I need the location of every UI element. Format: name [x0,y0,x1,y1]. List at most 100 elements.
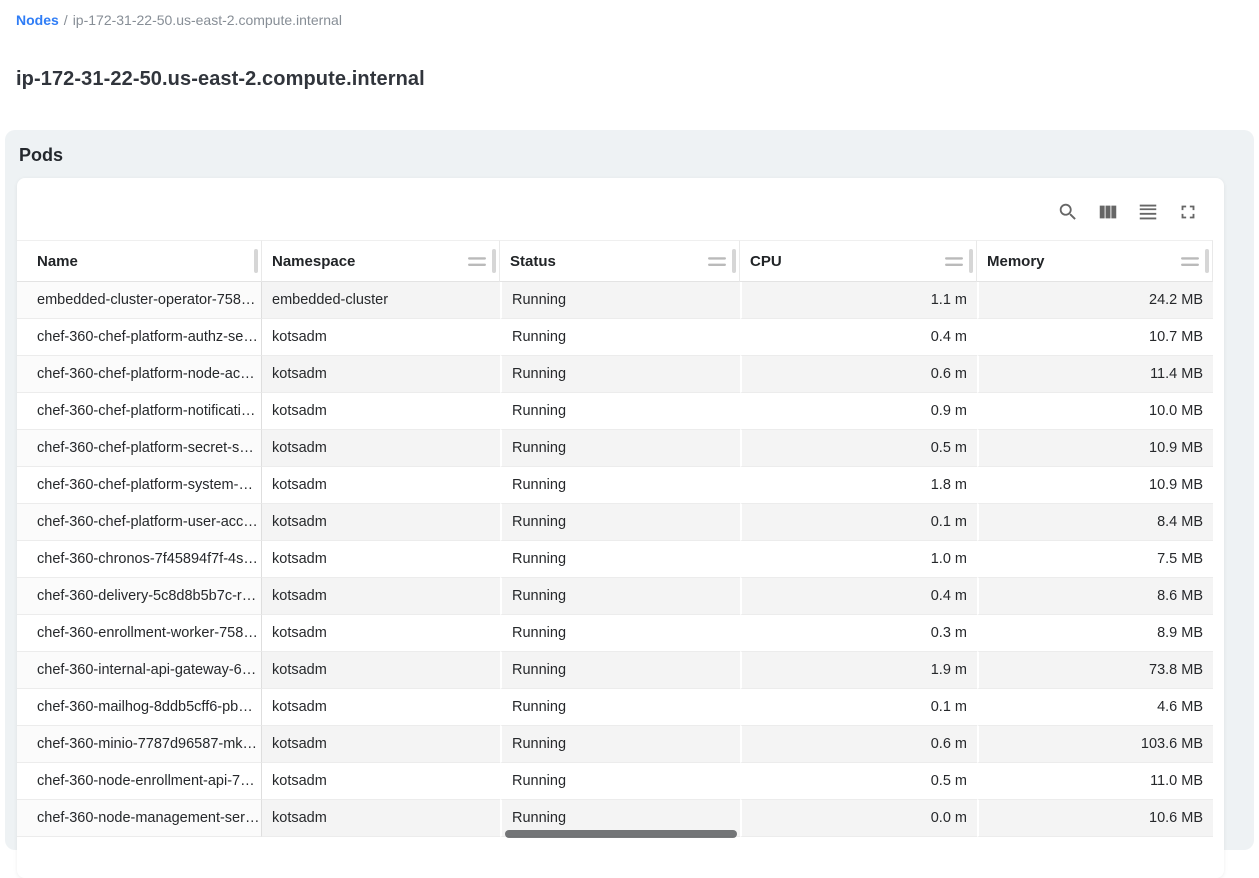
column-header-status[interactable]: Status [500,240,740,282]
cell-memory: 10.9 MB [977,467,1213,504]
table-row[interactable]: chef-360-chef-platform-secret-s…kotsadmR… [17,430,1213,467]
cell-namespace: kotsadm [262,726,500,763]
cell-namespace: kotsadm [262,800,500,837]
cell-status: Running [500,763,740,800]
column-header-label: Status [510,253,556,270]
cell-name: chef-360-mailhog-8ddb5cff6-pb… [17,689,262,726]
cell-status: Running [500,430,740,467]
table-row[interactable]: embedded-cluster-operator-758…embedded-c… [17,282,1213,319]
cell-name: chef-360-node-enrollment-api-7… [17,763,262,800]
cell-name: chef-360-chronos-7f45894f7f-4s… [17,541,262,578]
search-button[interactable] [1056,200,1080,224]
pods-table: Name Namespace Status CPU Memory embedded-cl… [17,240,1213,837]
table-row[interactable]: chef-360-minio-7787d96587-mk…kotsadmRunn… [17,726,1213,763]
column-drag-handle-icon[interactable] [468,255,486,267]
table-row[interactable]: chef-360-chef-platform-system-…kotsadmRu… [17,467,1213,504]
cell-namespace: kotsadm [262,652,500,689]
fullscreen-button[interactable] [1176,200,1200,224]
cell-name: chef-360-chef-platform-notificati… [17,393,262,430]
cell-status: Running [500,319,740,356]
breadcrumb: Nodes/ip-172-31-22-50.us-east-2.compute.… [16,12,342,28]
cell-status: Running [500,578,740,615]
column-header-label: Memory [987,253,1045,270]
cell-memory: 4.6 MB [977,689,1213,726]
density-toggle-button[interactable] [1136,200,1160,224]
cell-name: chef-360-chef-platform-secret-s… [17,430,262,467]
cell-cpu: 0.9 m [740,393,977,430]
cell-cpu: 1.9 m [740,652,977,689]
column-resize-handle[interactable] [492,249,496,273]
cell-namespace: kotsadm [262,356,500,393]
cell-status: Running [500,467,740,504]
table-row[interactable]: chef-360-internal-api-gateway-6…kotsadmR… [17,652,1213,689]
cell-name: chef-360-enrollment-worker-758… [17,615,262,652]
cell-namespace: kotsadm [262,504,500,541]
column-header-label: Name [37,253,78,270]
cell-name: chef-360-chef-platform-user-acc… [17,504,262,541]
cell-memory: 10.7 MB [977,319,1213,356]
table-row[interactable]: chef-360-chef-platform-user-acc…kotsadmR… [17,504,1213,541]
cell-cpu: 1.8 m [740,467,977,504]
cell-status: Running [500,689,740,726]
cell-cpu: 1.0 m [740,541,977,578]
table-row[interactable]: chef-360-chronos-7f45894f7f-4s…kotsadmRu… [17,541,1213,578]
cell-memory: 10.0 MB [977,393,1213,430]
column-header-cpu[interactable]: CPU [740,240,977,282]
table-row[interactable]: chef-360-chef-platform-authz-se…kotsadmR… [17,319,1213,356]
table-row[interactable]: chef-360-node-enrollment-api-7…kotsadmRu… [17,763,1213,800]
cell-memory: 8.6 MB [977,578,1213,615]
column-header-namespace[interactable]: Namespace [262,240,500,282]
column-drag-handle-icon[interactable] [945,255,963,267]
cell-status: Running [500,652,740,689]
cell-cpu: 1.1 m [740,282,977,319]
table-row[interactable]: chef-360-chef-platform-notificati…kotsad… [17,393,1213,430]
column-header-name[interactable]: Name [17,240,262,282]
cell-cpu: 0.1 m [740,689,977,726]
pods-table-card: Name Namespace Status CPU Memory embedded-cl… [17,178,1224,878]
pods-section-card: Pods [5,130,1254,850]
column-resize-handle[interactable] [1205,249,1209,273]
cell-name: embedded-cluster-operator-758… [17,282,262,319]
column-drag-handle-icon[interactable] [708,255,726,267]
cell-namespace: kotsadm [262,430,500,467]
cell-namespace: embedded-cluster [262,282,500,319]
cell-namespace: kotsadm [262,615,500,652]
cell-memory: 10.9 MB [977,430,1213,467]
cell-name: chef-360-chef-platform-node-ac… [17,356,262,393]
breadcrumb-separator: / [64,12,68,28]
cell-cpu: 0.6 m [740,356,977,393]
table-toolbar [1056,192,1200,232]
cell-namespace: kotsadm [262,689,500,726]
cell-cpu: 0.5 m [740,430,977,467]
table-header-row: Name Namespace Status CPU Memory [17,240,1213,282]
column-header-memory[interactable]: Memory [977,240,1213,282]
table-row[interactable]: chef-360-chef-platform-node-ac…kotsadmRu… [17,356,1213,393]
cell-memory: 10.6 MB [977,800,1213,837]
cell-memory: 8.9 MB [977,615,1213,652]
breadcrumb-nodes-link[interactable]: Nodes [16,12,59,28]
table-row[interactable]: chef-360-enrollment-worker-758…kotsadmRu… [17,615,1213,652]
column-resize-handle[interactable] [254,249,258,273]
cell-cpu: 0.6 m [740,726,977,763]
column-drag-handle-icon[interactable] [1181,255,1199,267]
cell-namespace: kotsadm [262,763,500,800]
cell-memory: 73.8 MB [977,652,1213,689]
column-resize-handle[interactable] [732,249,736,273]
cell-status: Running [500,356,740,393]
column-header-label: Namespace [272,253,355,270]
table-row[interactable]: chef-360-mailhog-8ddb5cff6-pb…kotsadmRun… [17,689,1213,726]
show-hide-columns-button[interactable] [1096,200,1120,224]
table-row[interactable]: chef-360-delivery-5c8d8b5b7c-r…kotsadmRu… [17,578,1213,615]
horizontal-scrollbar-thumb[interactable] [505,830,737,838]
cell-cpu: 0.4 m [740,578,977,615]
cell-memory: 103.6 MB [977,726,1213,763]
cell-namespace: kotsadm [262,541,500,578]
pods-section-title: Pods [19,145,63,166]
cell-status: Running [500,282,740,319]
fullscreen-icon [1177,201,1199,223]
cell-cpu: 0.5 m [740,763,977,800]
column-header-label: CPU [750,253,782,270]
cell-name: chef-360-internal-api-gateway-6… [17,652,262,689]
cell-status: Running [500,726,740,763]
column-resize-handle[interactable] [969,249,973,273]
